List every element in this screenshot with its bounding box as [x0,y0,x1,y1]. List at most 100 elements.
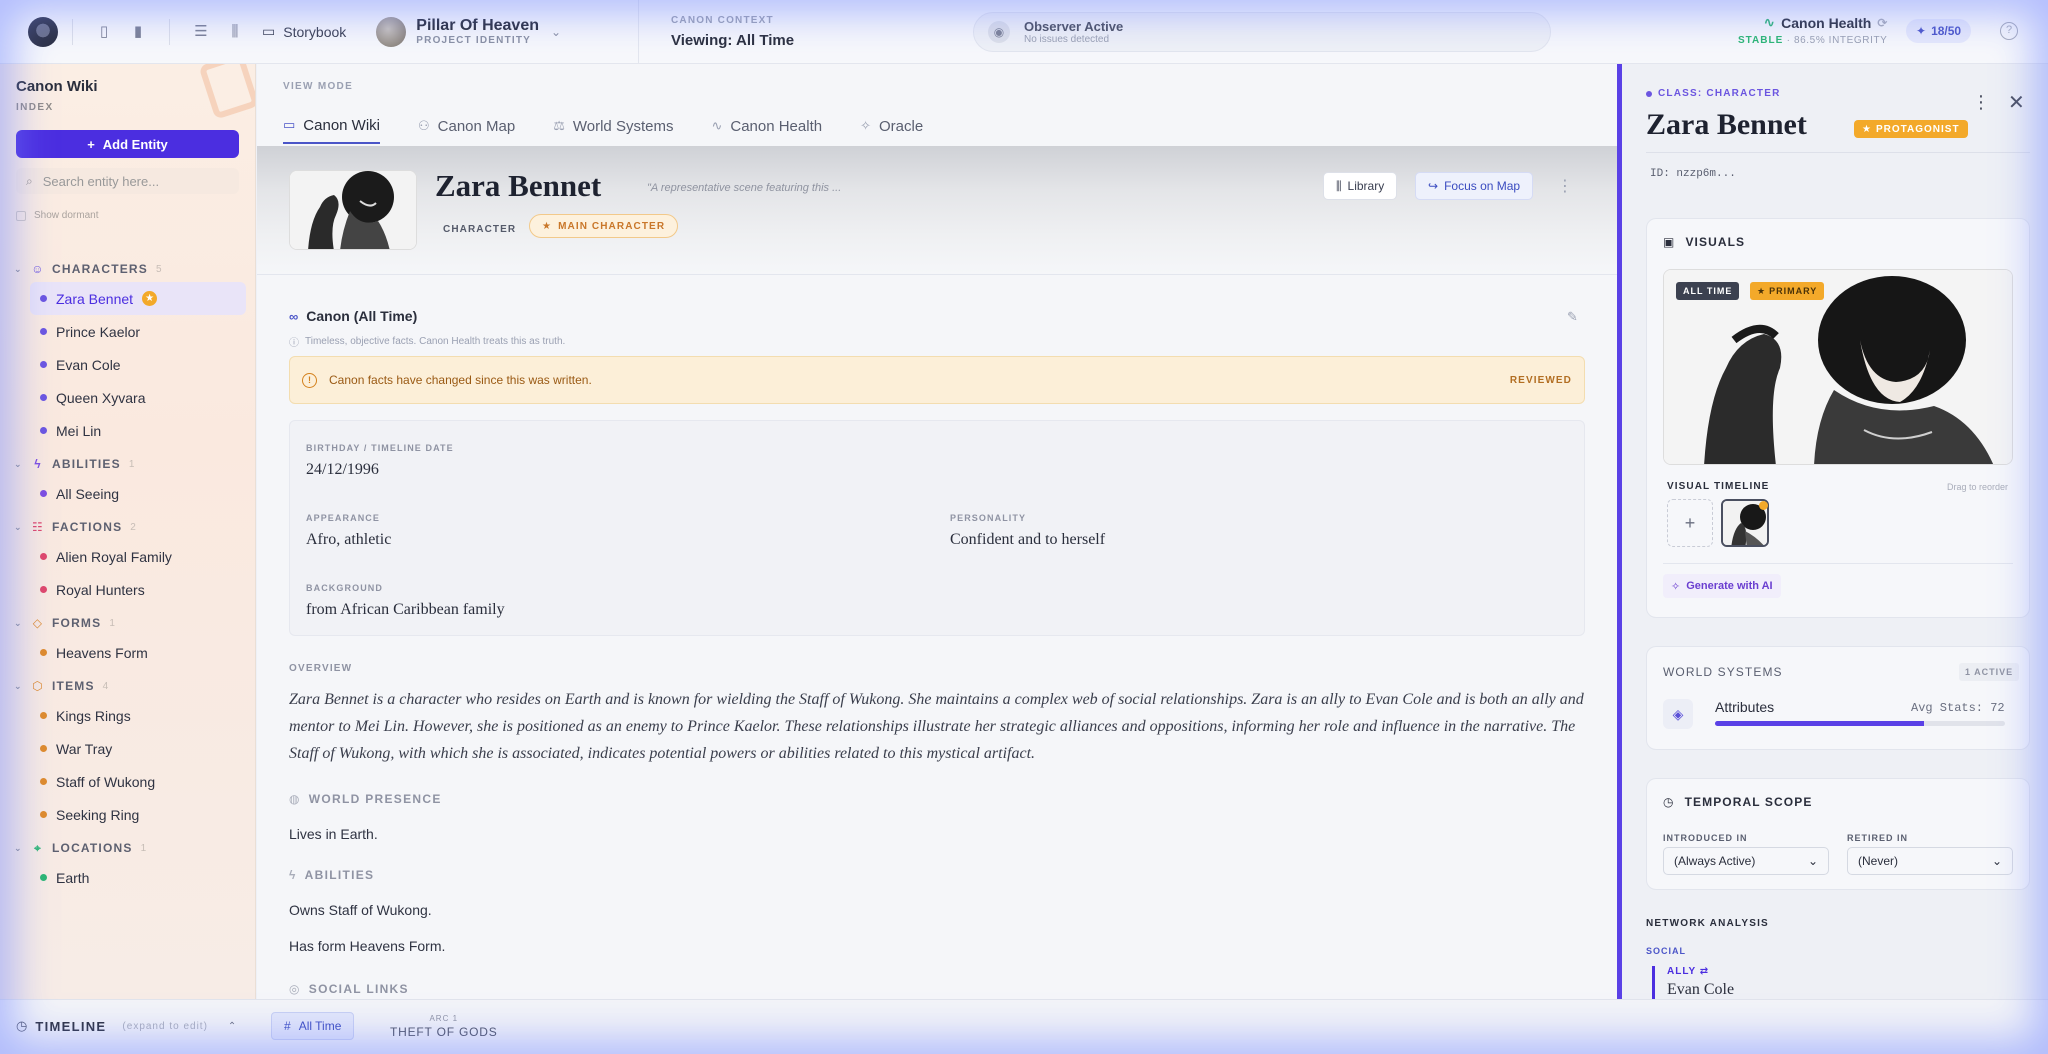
info-icon: ⓘ [289,338,299,349]
retired-select[interactable]: (Never) ⌄ [1847,847,2013,875]
health-integrity: 86.5% INTEGRITY [1793,35,1888,46]
all-time-chip[interactable]: # All Time [271,1012,355,1040]
panel-toggle-icon[interactable]: ▮ [129,23,147,41]
project-switcher[interactable]: Pillar Of Heaven PROJECT IDENTITY ⌄ [376,16,561,47]
entity-dot [40,712,47,719]
eye-icon: ◉ [988,21,1010,43]
retired-label: RETIRED IN [1847,833,1909,843]
more-options-icon[interactable]: ⋮ [1557,176,1573,196]
sidebar-item-label: Staff of Wukong [56,773,156,790]
divider [1663,563,2013,564]
project-avatar [376,16,407,47]
app-logo-icon[interactable] [28,16,58,47]
library-button[interactable]: ⫼ Library [1323,172,1398,200]
introduced-select[interactable]: (Always Active) ⌄ [1663,847,1829,875]
refresh-icon[interactable]: ⟳ [1877,16,1887,30]
clock-icon: ◷ [16,1018,28,1033]
canon-health-summary[interactable]: ∿ Canon Health ⟳ STABLE · 86.5% INTEGRIT… [1738,14,1887,46]
role-label: MAIN CHARACTER [558,220,666,232]
ally-label: ALLY [1667,966,1697,977]
sidebar-subtitle: INDEX [16,102,54,113]
sidebar-item[interactable]: Zara Bennet ★ [30,282,246,315]
sidebar-item[interactable]: Royal Hunters [0,573,246,606]
section-title: CHARACTERS [52,262,148,276]
sidebar-item[interactable]: Kings Rings [0,699,246,732]
close-icon[interactable]: ✕ [2008,90,2025,115]
chevron-down-icon: ⌄ [1807,854,1818,868]
sidebar-item[interactable]: All Seeing [0,477,246,510]
sidebar-item[interactable]: Mei Lin [0,414,246,447]
introduced-value: (Always Active) [1674,854,1756,868]
ally-relationship[interactable]: ALLY ⇄ Evan Cole [1652,966,1734,999]
visual-timeline-label: VISUAL TIMELINE [1667,481,1770,492]
timeline-toggle[interactable]: ◷ TIMELINE (expand to edit) ⌃ [16,1018,236,1034]
entity-dot [40,553,47,560]
section-header[interactable]: ⌄ ⬡ ITEMS 4 [0,673,255,699]
chevron-down-icon: ⌄ [14,842,23,853]
help-icon[interactable]: ? [2000,22,2018,40]
sidebar-item[interactable]: Heavens Form [0,636,246,669]
filters-icon[interactable]: ☰ [192,23,210,41]
shapes-icon: ◇ [32,616,44,630]
storybook-link[interactable]: ▭ Storybook [262,23,346,40]
sidebar-toggle-icon[interactable]: ▯ [95,23,113,41]
tab-canon-wiki[interactable]: ▭ Canon Wiki [283,108,380,144]
sidebar-item-label: Evan Cole [56,356,121,373]
arc-number: ARC 1 [429,1014,459,1023]
sidebar-item[interactable]: Staff of Wukong [0,765,246,798]
social-links-label: SOCIAL LINKS [308,982,409,996]
tab-canon-map[interactable]: ⚇ Canon Map [418,108,515,144]
section-header[interactable]: ⌄ ⌖ LOCATIONS 1 [0,835,255,861]
add-visual-button[interactable]: + [1667,499,1713,547]
show-dormant-toggle[interactable]: Show dormant [16,210,98,221]
world-systems-label: WORLD SYSTEMS [1663,665,1783,679]
section-header[interactable]: ⌄ ϟ ABILITIES 1 [0,451,255,477]
entity-dot [40,874,47,881]
entity-dot [40,427,47,434]
hero-banner [257,146,1617,274]
primary-visual[interactable]: ALL TIME ★ PRIMARY [1663,269,2013,465]
more-options-icon[interactable]: ⋮ [1972,92,1990,113]
sidebar-item[interactable]: Evan Cole [0,348,246,381]
observer-subtitle: No issues detected [1024,34,1110,45]
entity-portrait[interactable] [289,170,417,250]
timeline-title: TIMELINE [35,1018,107,1034]
entity-dot [40,490,47,497]
bolt-icon: ϟ [34,457,42,471]
tab-oracle[interactable]: ✧ Oracle [860,108,923,144]
sidebar-item[interactable]: Prince Kaelor [0,315,246,348]
focus-on-map-button[interactable]: ↪ Focus on Map [1415,172,1534,200]
usage-counter[interactable]: ✦ 18/50 [1906,19,1972,43]
tab-world-systems[interactable]: ⚖ World Systems [553,108,673,144]
world-presence-label: WORLD PRESENCE [308,792,442,806]
section-header[interactable]: ⌄ ☷ FACTIONS 2 [0,514,255,540]
checkbox[interactable] [16,210,26,221]
observer-status[interactable]: ◉ Observer Active No issues detected [973,12,1551,52]
section-header[interactable]: ⌄ ☺ CHARACTERS 5 [0,256,255,282]
network-analysis-label: NETWORK ANALYSIS [1646,918,1769,929]
canon-context[interactable]: CANON CONTEXT Viewing: All Time [638,0,794,64]
generate-with-ai-button[interactable]: ✧ Generate with AI [1663,574,1781,598]
attributes-name[interactable]: Attributes [1715,699,1774,715]
sidebar-item[interactable]: Seeking Ring [0,798,246,831]
library-icon[interactable]: ⫼ [226,23,244,41]
sidebar-item-label: Seeking Ring [56,806,140,823]
arc-marker[interactable]: ARC 1 THEFT OF GODS [390,1014,498,1039]
book-icon: ▭ [262,23,276,39]
section-count: 4 [102,680,110,692]
view-mode-label: VIEW MODE [283,81,354,92]
entity-dot [40,295,47,302]
sidebar-item[interactable]: Queen Xyvara [0,381,246,414]
entity-id[interactable]: ID: nzzp6m... [1650,168,1736,180]
sidebar-item[interactable]: Alien Royal Family [0,540,246,573]
search-input[interactable] [42,173,223,189]
add-entity-button[interactable]: + Add Entity [16,130,239,158]
sidebar-item-label: Queen Xyvara [56,389,146,406]
edit-icon[interactable]: ✎ [1567,309,1578,325]
sidebar-title: Canon Wiki [16,78,98,95]
sidebar-item[interactable]: War Tray [0,732,246,765]
sidebar-item[interactable]: Earth [0,861,246,894]
tab-canon-health[interactable]: ∿ Canon Health [711,108,822,144]
reviewed-button[interactable]: REVIEWED [1510,375,1572,386]
section-header[interactable]: ⌄ ◇ FORMS 1 [0,610,255,636]
